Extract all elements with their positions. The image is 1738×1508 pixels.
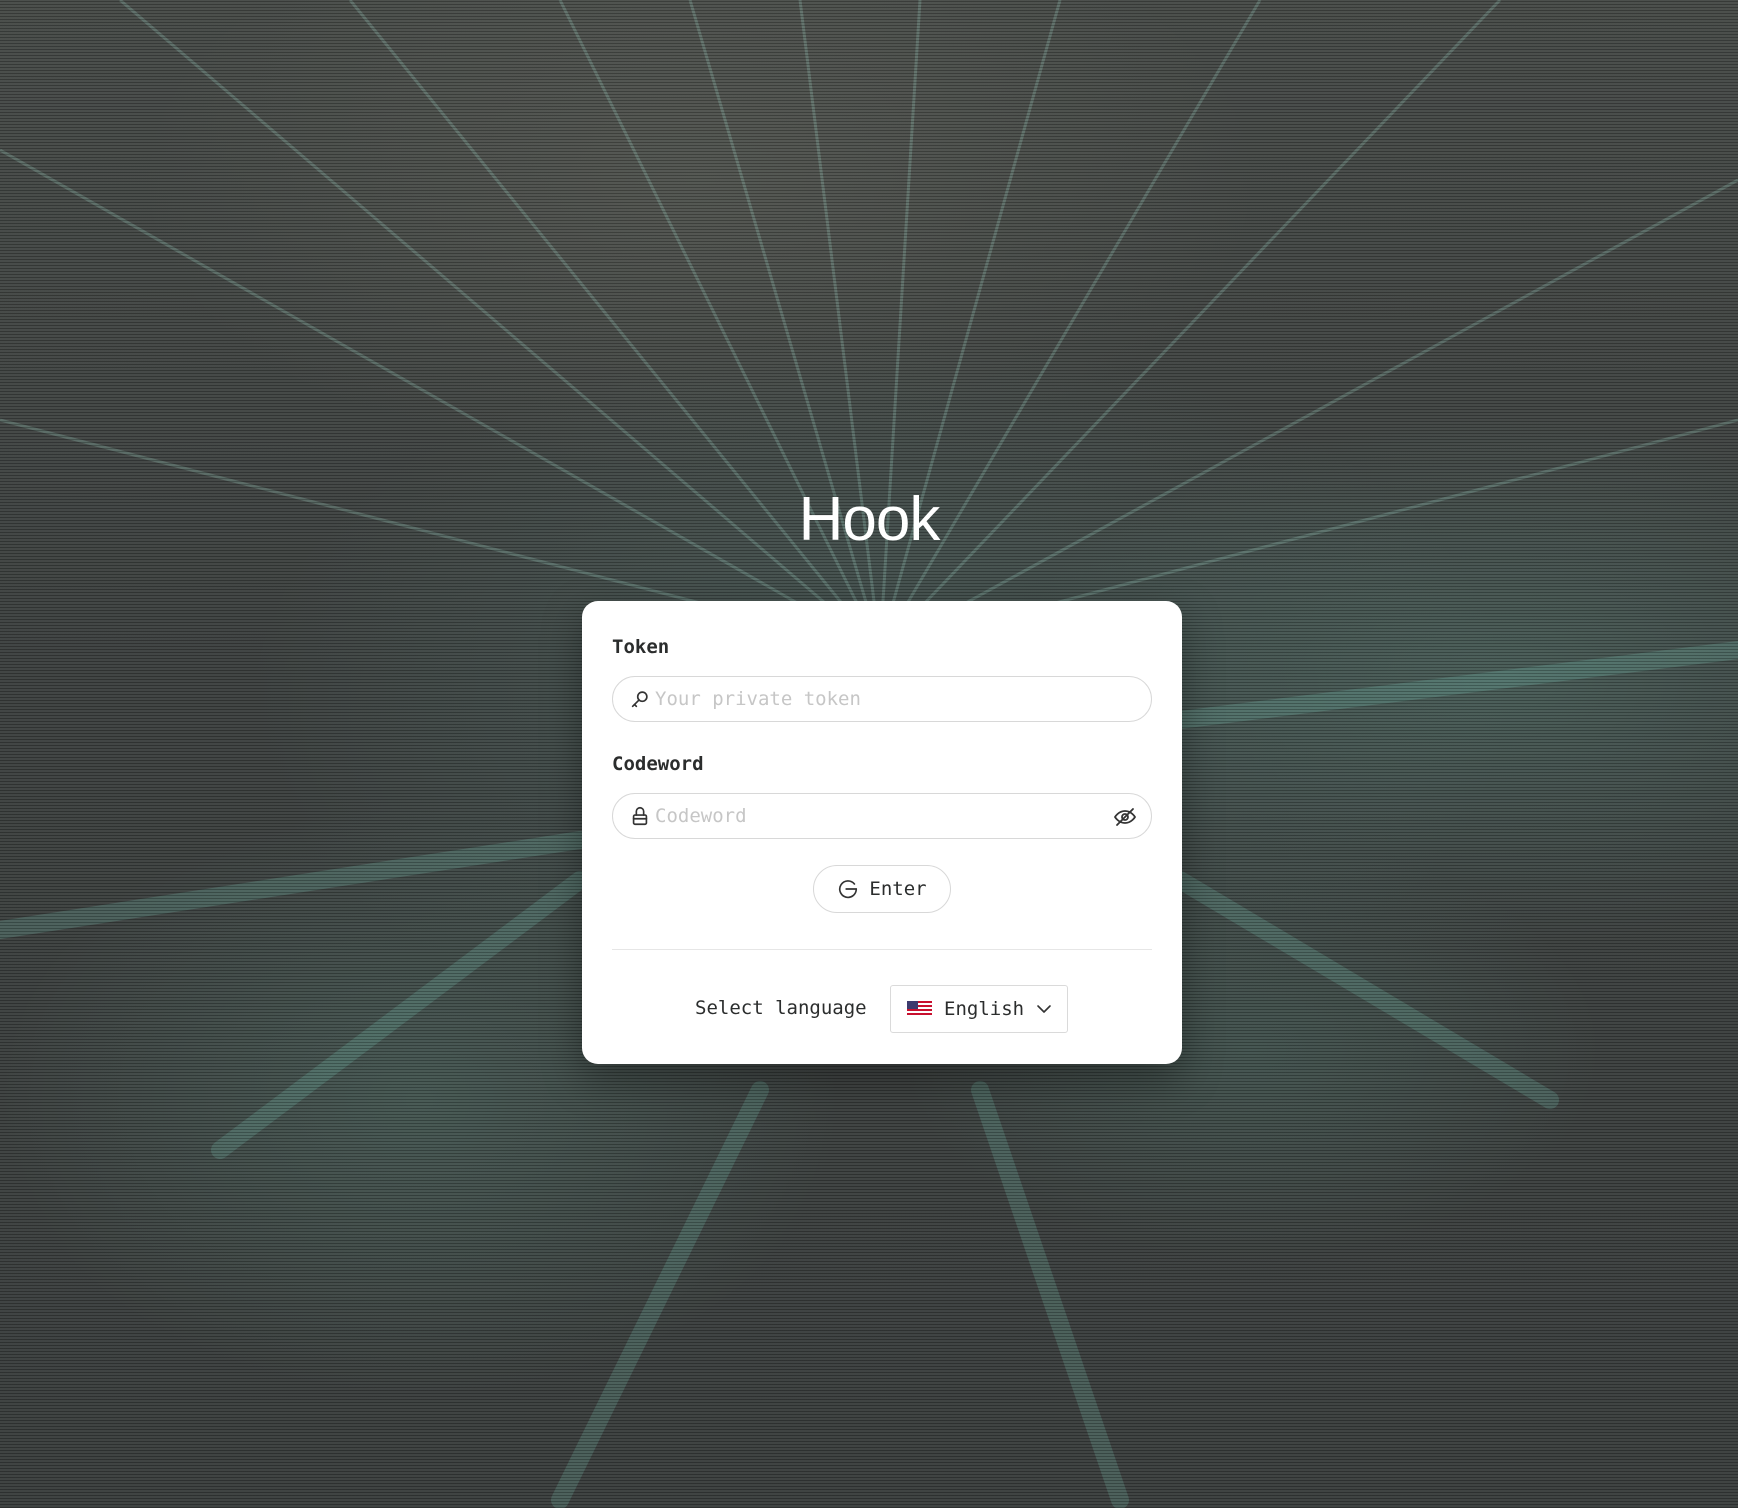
token-label: Token [612, 636, 670, 658]
login-icon [839, 880, 858, 899]
eye-off-icon[interactable] [1113, 805, 1137, 829]
us-flag-icon [907, 1001, 932, 1017]
language-select[interactable]: English [890, 985, 1068, 1033]
token-field[interactable] [612, 676, 1152, 722]
codeword-input[interactable] [655, 794, 1105, 838]
app-title: Hook [798, 485, 941, 554]
key-icon [631, 691, 648, 708]
login-card: Token Codeword Enter Select lan [582, 601, 1182, 1064]
chevron-down-icon [1037, 1005, 1051, 1013]
lock-icon [632, 806, 648, 826]
codeword-label: Codeword [612, 753, 704, 775]
language-selected: English [944, 998, 1025, 1020]
codeword-field[interactable] [612, 793, 1152, 839]
token-input[interactable] [655, 677, 1105, 721]
enter-button-label: Enter [869, 878, 927, 900]
language-label: Select language [695, 997, 867, 1019]
divider [612, 949, 1152, 950]
enter-button[interactable]: Enter [813, 865, 951, 913]
